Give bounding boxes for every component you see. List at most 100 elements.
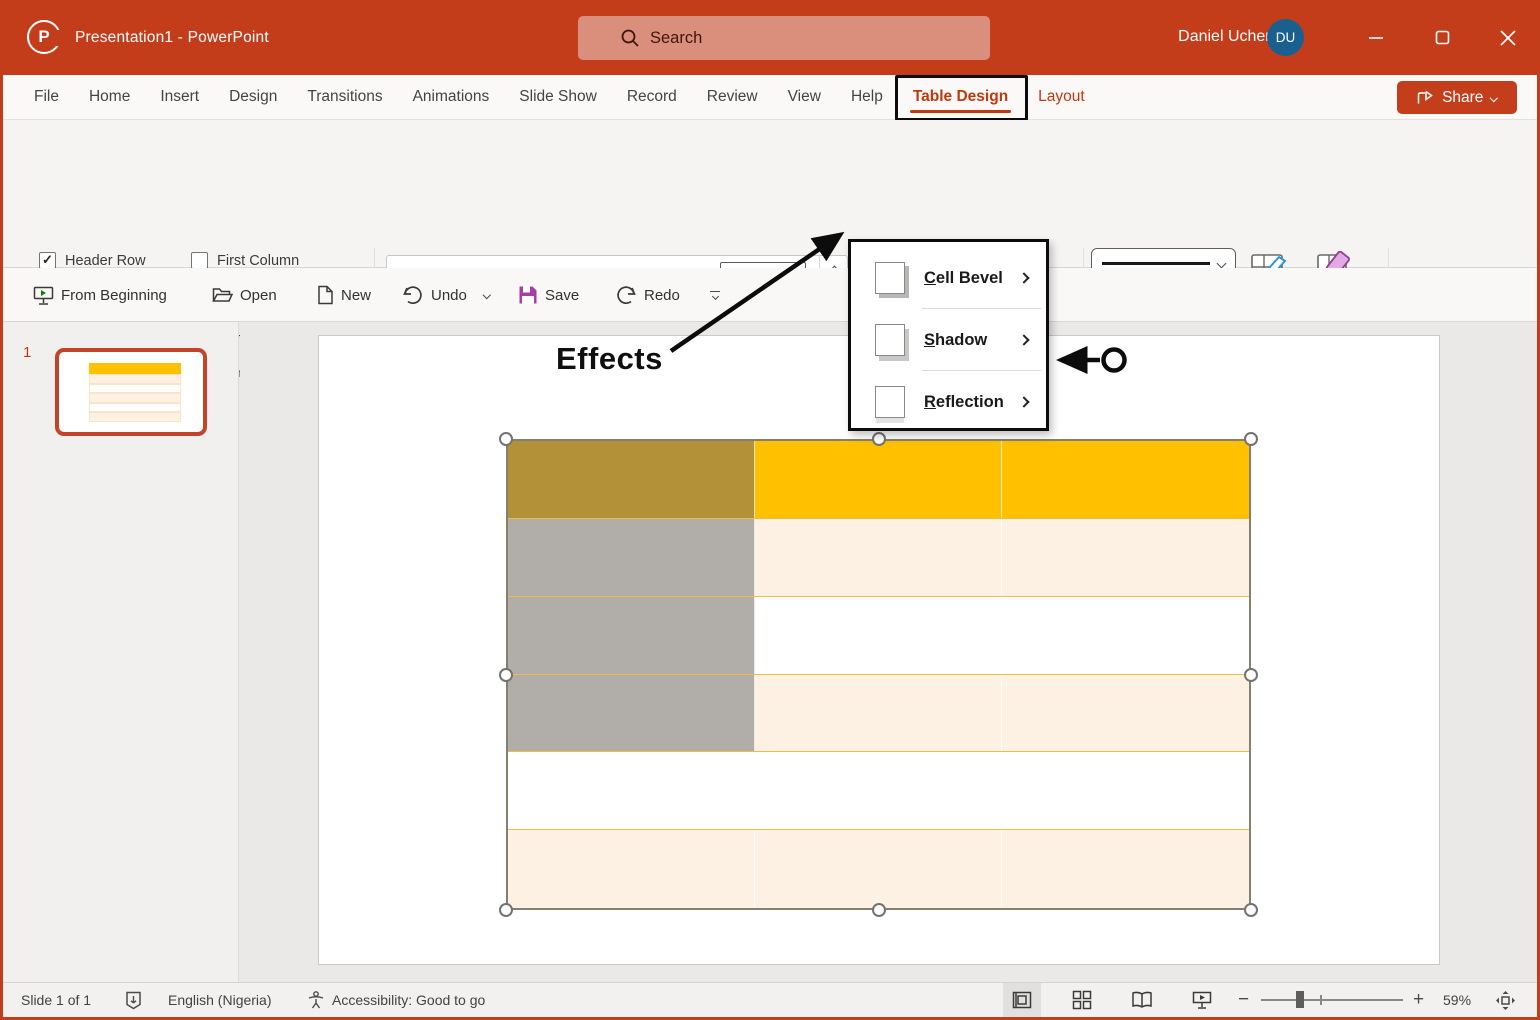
zoom-slider-tick [1320,995,1322,1005]
tab-home[interactable]: Home [74,78,145,116]
menu-item-cell-bevel[interactable]: Cell Bevel [851,249,1046,307]
from-beginning-button[interactable]: From Beginning [33,268,167,322]
powerpoint-logo[interactable]: P [27,20,61,54]
tab-animations[interactable]: Animations [398,78,505,116]
table-cell[interactable] [508,675,755,752]
shadow-icon [875,324,905,356]
new-button[interactable]: New [317,268,371,322]
accessibility-status[interactable]: Accessibility: Good to go [332,983,485,1017]
tab-view[interactable]: View [773,78,836,116]
first-column-checkbox[interactable] [191,252,208,269]
zoom-slider-thumb[interactable] [1296,991,1304,1008]
slide-1-thumbnail[interactable] [55,348,207,436]
proofing-button[interactable] [125,983,142,1017]
table-cell[interactable] [508,830,755,908]
normal-view-button[interactable] [1003,983,1041,1017]
table-cell[interactable] [755,597,1002,674]
slide-sorter-icon [1072,990,1092,1010]
header-row-checkbox[interactable]: ✓ [39,252,56,269]
minimize-icon [1368,30,1384,46]
zoom-level[interactable]: 59% [1443,983,1471,1017]
tab-insert[interactable]: Insert [145,78,214,116]
language-indicator[interactable]: English (Nigeria) [168,983,271,1017]
accessibility-button[interactable] [306,983,326,1017]
share-button[interactable]: Share [1397,81,1517,114]
resize-handle-middle-right[interactable] [1244,668,1258,682]
table-cell[interactable] [1002,675,1249,752]
minimize-button[interactable] [1344,0,1408,75]
table-cell[interactable] [1002,597,1249,674]
slide-table[interactable] [506,439,1251,910]
table-cell[interactable] [755,830,1002,908]
table-cell[interactable] [1002,441,1249,518]
toolbar-overflow-button[interactable] [710,268,720,322]
tab-help[interactable]: Help [836,78,898,116]
zoom-in-button[interactable]: + [1413,983,1424,1017]
new-icon [317,285,334,305]
resize-handle-top-left[interactable] [499,432,513,446]
resize-handle-top-right[interactable] [1244,432,1258,446]
pen-style-chevron [1217,259,1227,269]
fit-window-icon [1495,990,1516,1011]
close-button[interactable] [1476,0,1540,75]
tab-review[interactable]: Review [692,78,773,116]
document-title: Presentation1 - PowerPoint [75,29,269,47]
tab-file[interactable]: File [19,78,74,116]
undo-button[interactable]: Undo [402,268,489,322]
slide-number: 1 [23,344,31,361]
ribbon: ✓ Header Row Total Row ✓ Banded Rows Fir… [3,120,1537,268]
menu-separator [922,370,1041,371]
resize-handle-bottom-left[interactable] [499,903,513,917]
table-cell[interactable] [755,441,1002,518]
avatar[interactable]: DU [1267,19,1304,56]
undo-dropdown-chevron[interactable] [483,291,491,299]
reading-view-icon [1131,991,1153,1009]
menu-item-shadow[interactable]: Shadow [851,311,1046,369]
reading-view-button[interactable] [1123,983,1161,1017]
reflection-submenu-chevron [1018,396,1029,407]
tab-slide-show[interactable]: Slide Show [504,78,612,116]
slide-sorter-button[interactable] [1063,983,1101,1017]
resize-handle-bottom-middle[interactable] [872,903,886,917]
search-input[interactable]: Search [578,16,990,60]
maximize-button[interactable] [1410,0,1474,75]
zoom-slider-track[interactable] [1261,999,1403,1001]
table-cell[interactable] [755,519,1002,596]
table-cell[interactable] [508,519,755,596]
cell-bevel-submenu-chevron [1018,272,1029,283]
effects-dropdown-menu: Cell Bevel Shadow Reflection [848,239,1049,431]
save-button[interactable]: Save [518,268,579,322]
redo-button[interactable]: Redo [615,268,680,322]
table-cell[interactable] [1002,830,1249,908]
share-icon [1417,90,1434,105]
slideshow-button[interactable] [1183,983,1221,1017]
table-cell[interactable] [755,675,1002,752]
quick-access-toolbar: From Beginning Open New Undo [3,268,1537,322]
tab-design[interactable]: Design [214,78,292,116]
table-cell[interactable] [755,752,1002,829]
table-cell[interactable] [508,441,755,518]
resize-handle-middle-left[interactable] [499,668,513,682]
tab-table-design[interactable]: Table Design [898,78,1023,116]
close-icon [1500,30,1516,46]
reflection-icon [875,386,905,418]
resize-handle-top-middle[interactable] [872,432,886,446]
checkbox-header-row[interactable]: ✓ Header Row [39,252,146,269]
resize-handle-bottom-right[interactable] [1244,903,1258,917]
tab-layout[interactable]: Layout [1023,78,1100,116]
table-cell[interactable] [508,597,755,674]
undo-icon [402,285,424,306]
table-design-annotation-box [895,75,1028,121]
open-button[interactable]: Open [212,268,277,322]
table-cell[interactable] [508,752,755,829]
tab-record[interactable]: Record [612,78,692,116]
thumbnail-mini-table [89,363,181,422]
tab-transitions[interactable]: Transitions [292,78,397,116]
table-cell[interactable] [1002,752,1249,829]
zoom-out-button[interactable]: − [1238,983,1249,1017]
menu-item-reflection[interactable]: Reflection [851,373,1046,431]
normal-view-icon [1012,991,1032,1009]
checkbox-first-column[interactable]: First Column [191,252,299,269]
table-cell[interactable] [1002,519,1249,596]
fit-window-button[interactable] [1495,983,1516,1017]
